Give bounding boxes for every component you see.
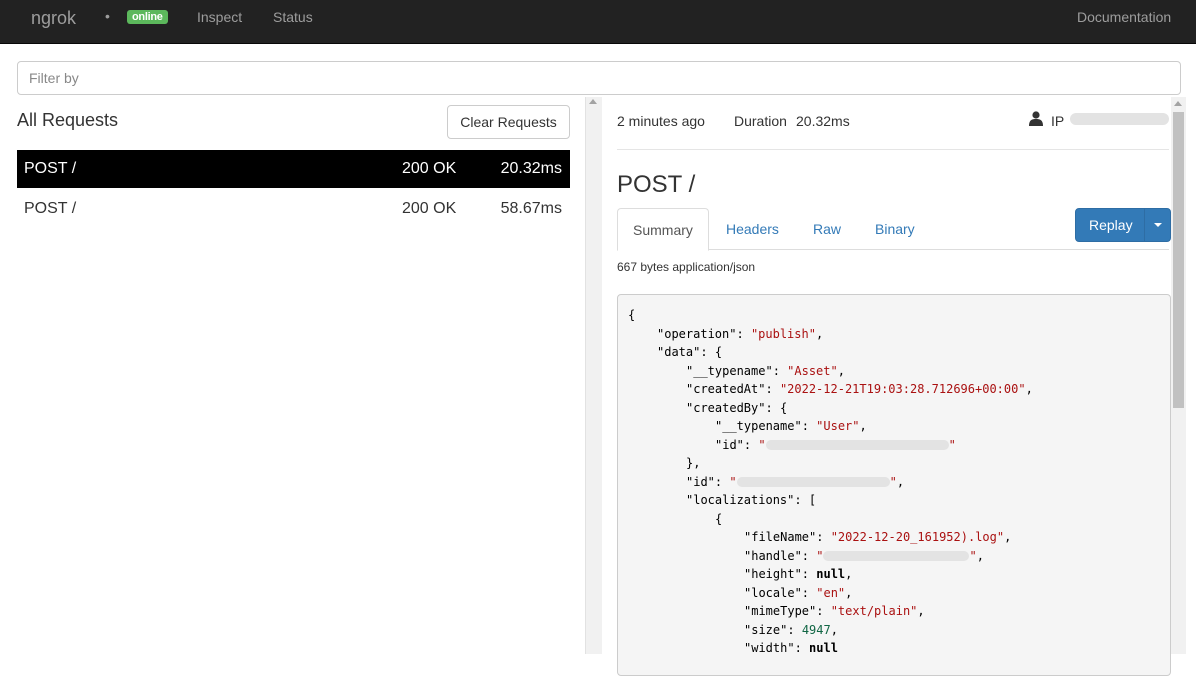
code-key: "createdAt"	[686, 382, 766, 396]
code-value: {	[779, 400, 788, 415]
request-method-path: POST /	[24, 200, 77, 217]
code-key: "width"	[744, 641, 795, 655]
code-line: "id": " ",	[686, 474, 905, 489]
code-line: "width": null	[744, 641, 838, 655]
tab-label: Summary	[633, 222, 693, 238]
code-key: "locale"	[744, 585, 802, 600]
pane-divider-scrollbar[interactable]	[585, 97, 602, 654]
code-value: {	[714, 345, 723, 359]
code-key: "createdBy"	[686, 400, 766, 415]
code-key: "id"	[715, 437, 744, 452]
tab-label: Headers	[726, 221, 779, 237]
code-key: "handle"	[744, 548, 802, 563]
redacted-value	[736, 477, 890, 487]
code-key: "height"	[744, 567, 802, 581]
request-status: 200 OK	[402, 200, 457, 217]
request-duration: 58.67ms	[500, 200, 562, 217]
code-key: "mimeType"	[744, 604, 817, 618]
code-key: "size"	[744, 622, 788, 637]
request-row[interactable]: POST / 200 OK 58.67ms	[17, 190, 570, 228]
divider-line	[617, 149, 1169, 150]
code-line: },	[686, 456, 700, 470]
code-line: "localizations": [	[686, 493, 817, 507]
code-value: null	[809, 641, 838, 655]
code-value: "text/plain"	[830, 604, 918, 618]
code-line: "createdAt": "2022-12-21T19:03:28.712696…	[686, 382, 1033, 396]
request-title: POST /	[617, 171, 696, 198]
filter-input[interactable]	[17, 61, 1181, 95]
code-key: "fileName"	[744, 530, 817, 544]
redacted-value	[823, 551, 970, 561]
code-line: "__typename": "Asset",	[686, 363, 845, 378]
requests-heading: All Requests	[17, 110, 119, 130]
status-dot-icon: •	[105, 8, 110, 24]
tab-label: Binary	[875, 221, 915, 237]
tab-label: Raw	[813, 221, 842, 237]
replay-separator	[1144, 209, 1145, 241]
request-status: 200 OK	[402, 160, 457, 177]
body-info: 667 bytes application/json	[617, 260, 756, 274]
clear-requests-button[interactable]: Clear Requests	[447, 105, 570, 139]
scroll-up-arrow-icon[interactable]	[589, 99, 597, 104]
json-body-viewer: { "operation": "publish", "data": { "__type…	[617, 294, 1171, 676]
request-duration: 20.32ms	[500, 160, 562, 177]
code-value: "User"	[816, 419, 860, 433]
code-value: "Asset"	[787, 363, 838, 378]
replay-dropdown-caret-icon[interactable]	[1154, 223, 1162, 227]
replay-button[interactable]: Replay	[1075, 208, 1171, 242]
duration-label: Duration	[734, 113, 787, 129]
code-punct: {	[628, 308, 636, 322]
scrollbar-thumb[interactable]	[1173, 112, 1184, 408]
code-value: "en"	[816, 585, 846, 600]
code-line: "createdBy": {	[686, 400, 788, 415]
code-line: "handle": " ",	[744, 548, 984, 563]
code-key: "operation"	[657, 326, 737, 341]
code-line: "fileName": "2022-12-20_161952).log",	[744, 530, 1012, 544]
code-line: "__typename": "User",	[715, 419, 867, 433]
duration-value: 20.32ms	[796, 113, 850, 129]
ip-redacted	[1070, 113, 1169, 125]
code-line: "height": null,	[744, 567, 853, 581]
top-navbar: ngrok • online Inspect Status Documentat…	[0, 0, 1196, 44]
code-line: "operation": "publish",	[657, 326, 824, 341]
status-badge: online	[127, 10, 168, 24]
code-key: "data"	[657, 345, 701, 359]
code-line: {	[628, 308, 635, 322]
code-line: "locale": "en",	[744, 585, 853, 600]
nav-status-link[interactable]: Status	[273, 9, 313, 25]
brand-logo[interactable]: ngrok	[31, 8, 76, 29]
code-key: "__typename"	[686, 363, 773, 378]
request-time-ago: 2 minutes ago	[617, 113, 705, 129]
tab-summary[interactable]: Summary	[617, 208, 709, 251]
code-line: {	[715, 512, 722, 526]
code-line: "size": 4947,	[744, 622, 838, 637]
scroll-up-arrow-icon[interactable]	[1174, 101, 1182, 106]
nav-inspect-link[interactable]: Inspect	[197, 9, 242, 25]
code-line: "id": " "	[715, 437, 956, 452]
code-value: null	[816, 567, 846, 581]
code-key: "__typename"	[715, 419, 802, 433]
detail-scrollbar[interactable]	[1171, 97, 1186, 654]
code-punct: {	[715, 511, 723, 526]
code-value: [	[808, 493, 817, 507]
user-icon	[1029, 111, 1043, 126]
request-row[interactable]: POST / 200 OK 20.32ms	[17, 150, 570, 188]
request-method-path: POST /	[24, 160, 77, 177]
nav-documentation-link[interactable]: Documentation	[1077, 9, 1171, 25]
code-value: 4947	[801, 622, 831, 637]
code-line: "mimeType": "text/plain",	[744, 604, 925, 618]
replay-label: Replay	[1089, 217, 1133, 233]
code-punct: },	[686, 456, 701, 470]
code-value: "2022-12-21T19:03:28.712696+00:00"	[779, 382, 1026, 396]
redacted-value	[765, 440, 949, 450]
code-value: "2022-12-20_161952).log"	[830, 530, 1005, 544]
code-line: "data": {	[657, 345, 723, 359]
code-key: "localizations"	[686, 493, 795, 507]
ip-label: IP	[1051, 113, 1065, 129]
code-key: "id"	[686, 474, 715, 489]
code-value: "publish"	[750, 326, 816, 341]
